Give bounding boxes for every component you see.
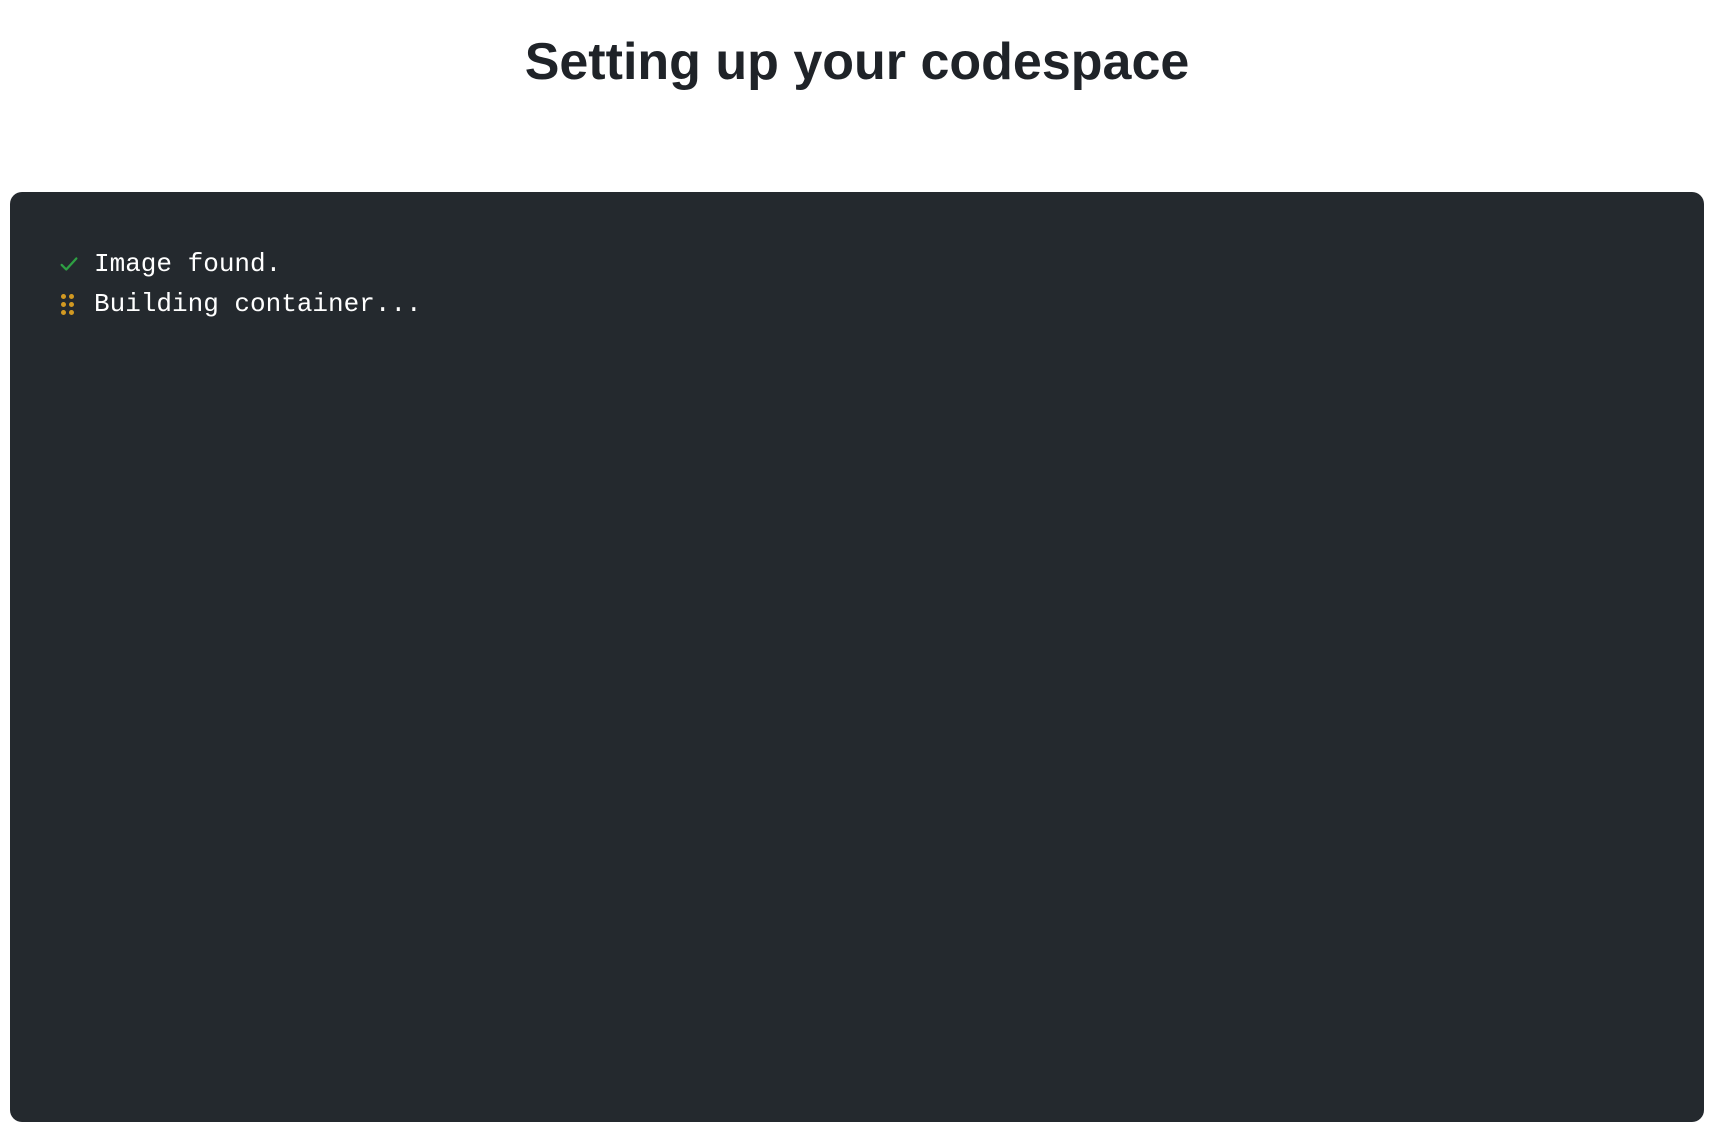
page-title: Setting up your codespace <box>10 32 1704 92</box>
log-text: Building container... <box>94 284 422 324</box>
log-line-pending: Building container... <box>58 284 1656 324</box>
checkmark-icon <box>58 253 80 275</box>
terminal-output: Image found. Building container... <box>10 192 1704 1122</box>
spinner-icon <box>58 293 80 315</box>
log-line-complete: Image found. <box>58 244 1656 284</box>
log-text: Image found. <box>94 244 281 284</box>
